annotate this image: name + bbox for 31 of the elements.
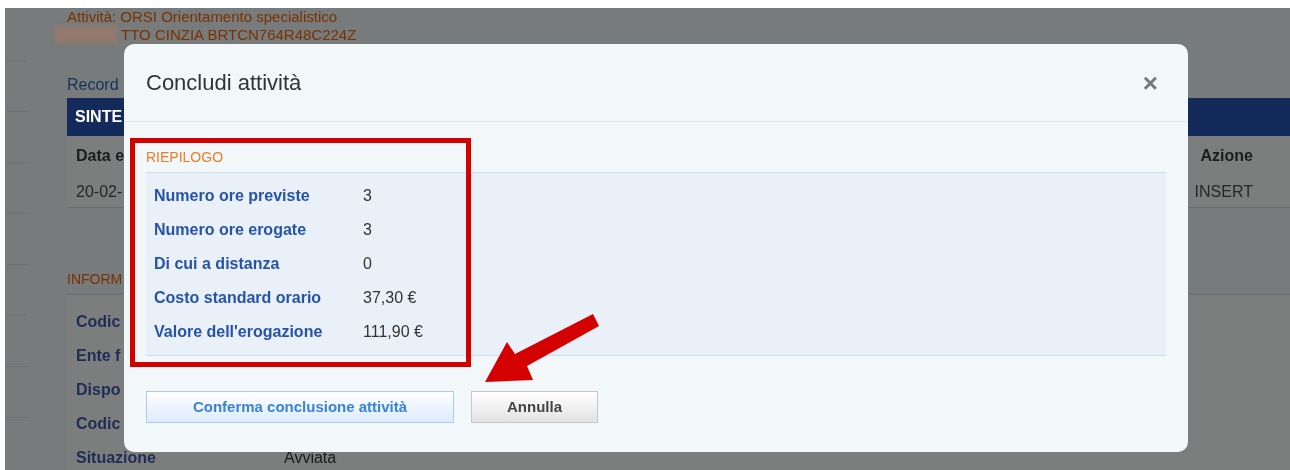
- activity-title: Attività: ORSI Orientamento specialistico: [67, 8, 338, 26]
- arrow-icon: [485, 314, 599, 382]
- section-title: INFORM: [67, 270, 123, 288]
- field-value: 3: [363, 186, 372, 206]
- field-value: 111,90 €: [363, 322, 423, 342]
- section-title: RIEPILOGO: [146, 148, 225, 166]
- field-label: Di cui a distanza: [154, 254, 281, 274]
- dialog-title: Concludi attività: [146, 69, 302, 97]
- column-header: Data e: [76, 146, 125, 166]
- table-cell-text: 20-02-: [76, 181, 123, 202]
- field-label: Dispo: [76, 381, 121, 399]
- field-label: Numero ore previste: [154, 186, 311, 206]
- field-value: 0: [363, 254, 372, 274]
- field-label: Valore dell'erogazione: [154, 322, 324, 342]
- field-label: Codic: [76, 313, 121, 331]
- field-value: 37,30 €: [363, 288, 417, 308]
- table-cell-text: INSERT: [1194, 181, 1253, 202]
- record-link[interactable]: Record: [67, 74, 119, 96]
- field-value: Avviata: [284, 449, 337, 467]
- person-name: TTO CINZIA BRTCN764R48C224Z: [121, 26, 357, 43]
- field-label: Numero ore erogate: [154, 220, 308, 240]
- field-value: 3: [363, 220, 372, 240]
- confirm-button[interactable]: Conferma conclusione attività: [146, 391, 454, 423]
- column-header: Azione: [1200, 146, 1253, 166]
- field-label: Ente f: [76, 347, 121, 365]
- cancel-button[interactable]: Annulla: [471, 391, 598, 423]
- close-button[interactable]: ×: [1142, 69, 1166, 96]
- field-label: Situazione: [76, 449, 156, 467]
- redacted-block: [55, 26, 117, 43]
- field-label: Codic: [76, 415, 121, 433]
- field-label: Costo standard orario: [154, 288, 323, 308]
